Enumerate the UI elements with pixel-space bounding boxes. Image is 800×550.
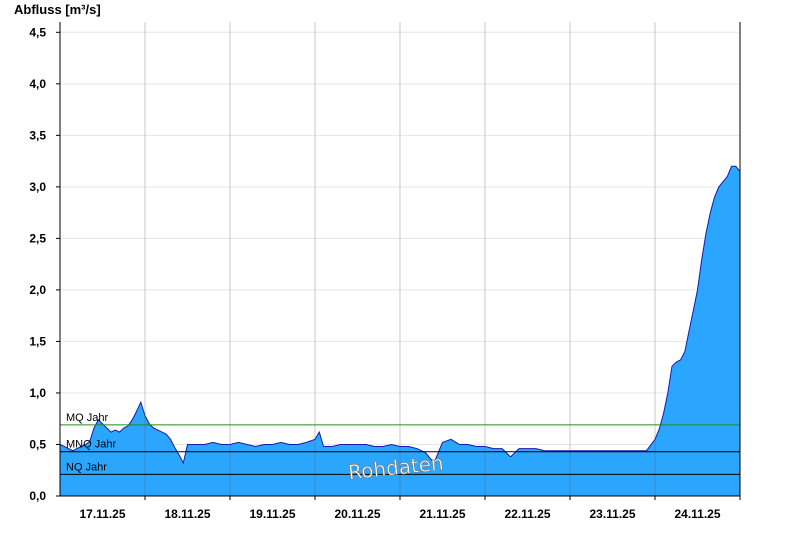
y-tick-label: 2,0 [29, 283, 46, 297]
reference-line-label: MNQ Jahr [66, 439, 116, 451]
y-tick-label: 1,5 [29, 334, 46, 348]
x-tick-label: 17.11.25 [79, 507, 125, 521]
reference-line-label: MQ Jahr [66, 412, 109, 424]
x-tick-label: 18.11.25 [164, 507, 210, 521]
discharge-chart: MQ Jahr MNQ Jahr NQ Jahr 0,0 0,5 1,0 1,5 2,0 2,… [14, 2, 741, 521]
y-tick-label: 1,0 [29, 386, 46, 400]
x-tick-label: 22.11.25 [504, 507, 550, 521]
x-tick-label: 19.11.25 [249, 507, 295, 521]
x-tick-label: 23.11.25 [589, 507, 635, 521]
x-tick-label: 21.11.25 [419, 507, 465, 521]
y-tick-label: 4,0 [29, 77, 46, 91]
y-tick-label: 3,5 [29, 128, 46, 142]
y-tick-label: 0,0 [29, 489, 46, 503]
x-tick-label: 24.11.25 [674, 507, 720, 521]
y-tick-label: 4,5 [29, 25, 46, 39]
reference-line-label: NQ Jahr [66, 461, 107, 473]
y-tick-label: 0,5 [29, 437, 46, 451]
x-tick-label: 20.11.25 [334, 507, 380, 521]
reference-lines: MQ Jahr MNQ Jahr NQ Jahr [60, 22, 740, 496]
y-tick-label: 2,5 [29, 231, 46, 245]
y-axis-title: Abfluss [m³/s] [14, 2, 101, 17]
y-tick-label: 3,0 [29, 180, 46, 194]
